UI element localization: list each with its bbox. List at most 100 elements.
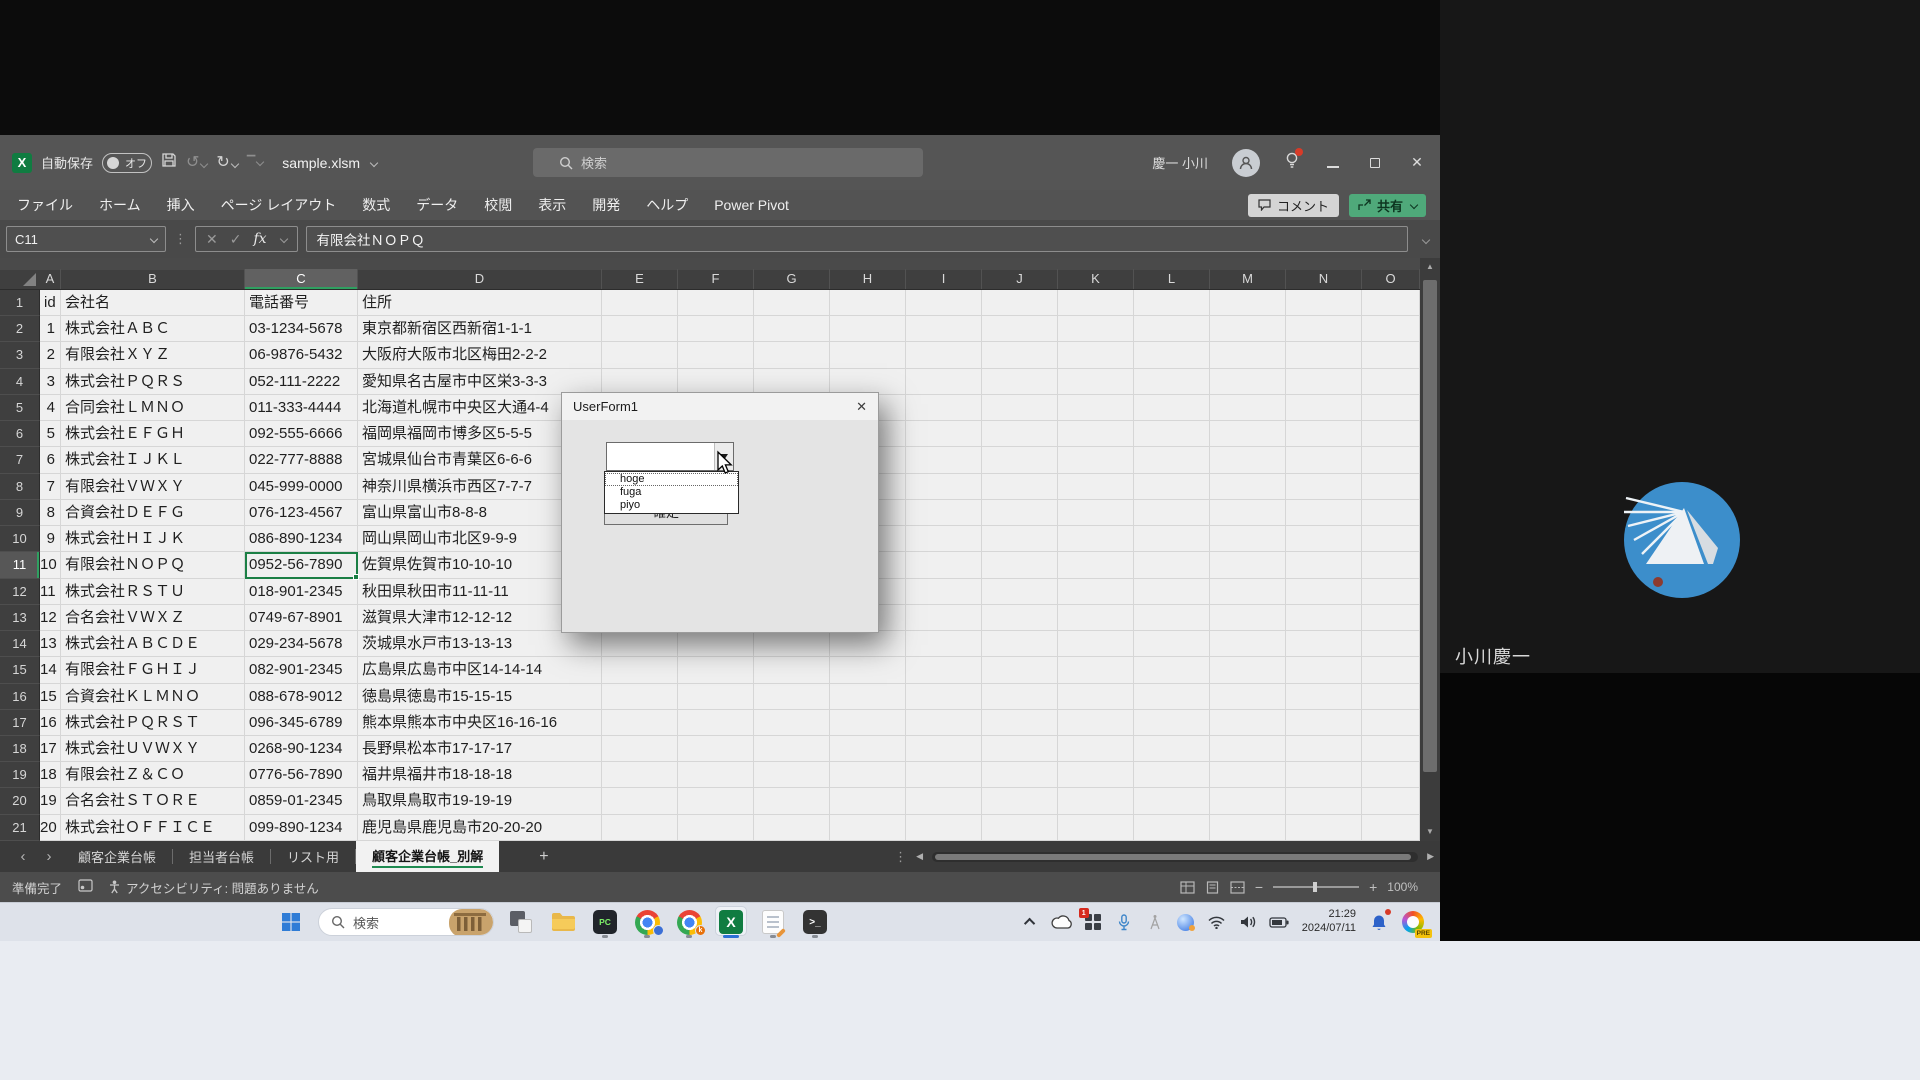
column-header-C[interactable]: C (245, 269, 358, 289)
row-header-7[interactable]: 7 (0, 447, 40, 473)
cell-F20[interactable] (678, 788, 754, 814)
cell-F17[interactable] (678, 710, 754, 736)
cell-J16[interactable] (982, 684, 1058, 710)
userform-close-icon[interactable]: ✕ (856, 399, 867, 415)
formula-input[interactable]: 有限会社ＮＯＰＱ (306, 226, 1408, 252)
cell-A1[interactable]: id (40, 290, 61, 316)
cell-C4[interactable]: 052-111-2222 (245, 369, 358, 395)
column-header-O[interactable]: O (1362, 269, 1420, 289)
cell-H20[interactable] (830, 788, 906, 814)
ribbon-tab-11[interactable]: Power Pivot (701, 190, 802, 220)
cell-L6[interactable] (1134, 421, 1210, 447)
cell-L19[interactable] (1134, 762, 1210, 788)
ribbon-tab-9[interactable]: 開発 (579, 190, 633, 220)
cell-H14[interactable] (830, 631, 906, 657)
cell-O14[interactable] (1362, 631, 1420, 657)
cell-D15[interactable]: 広島県広島市中区14-14-14 (358, 657, 602, 683)
cell-M10[interactable] (1210, 526, 1286, 552)
cell-M3[interactable] (1210, 342, 1286, 368)
cell-N20[interactable] (1286, 788, 1362, 814)
battery-icon[interactable] (1267, 908, 1291, 936)
onedrive-cloud-icon[interactable] (1050, 908, 1074, 936)
cell-J21[interactable] (982, 815, 1058, 841)
ribbon-tab-10[interactable]: ヘルプ (633, 190, 701, 220)
cell-N8[interactable] (1286, 474, 1362, 500)
cell-M16[interactable] (1210, 684, 1286, 710)
ribbon-tab-1[interactable]: ファイル (4, 190, 86, 220)
cell-O15[interactable] (1362, 657, 1420, 683)
row-header-13[interactable]: 13 (0, 605, 40, 631)
cell-L17[interactable] (1134, 710, 1210, 736)
cell-H2[interactable] (830, 316, 906, 342)
dropdown-item-fuga[interactable]: fuga (605, 486, 738, 499)
vertical-scroll-thumb[interactable] (1423, 280, 1437, 772)
select-all-corner[interactable] (0, 269, 40, 289)
teams-icon[interactable]: 1 (1081, 908, 1105, 936)
cell-G3[interactable] (754, 342, 830, 368)
copilot-icon[interactable]: PRE (1398, 908, 1428, 936)
share-button[interactable]: 共有 (1349, 194, 1426, 217)
cell-L9[interactable] (1134, 500, 1210, 526)
cell-L5[interactable] (1134, 395, 1210, 421)
close-button[interactable]: ✕ (1408, 154, 1426, 171)
tab-overflow-icon[interactable]: ⋮ (894, 849, 907, 865)
cell-J2[interactable] (982, 316, 1058, 342)
cell-A3[interactable]: 2 (40, 342, 61, 368)
minimize-button[interactable] (1324, 155, 1342, 171)
cell-J11[interactable] (982, 552, 1058, 578)
cell-I21[interactable] (906, 815, 982, 841)
normal-view-icon[interactable] (1180, 881, 1195, 894)
userform-titlebar[interactable]: UserForm1 ✕ (562, 393, 878, 420)
notification-bell-icon[interactable] (1367, 908, 1391, 936)
cell-A9[interactable]: 8 (40, 500, 61, 526)
cell-E3[interactable] (602, 342, 678, 368)
column-header-D[interactable]: D (358, 269, 602, 289)
cancel-entry-icon[interactable]: ✕ (206, 231, 218, 248)
column-header-H[interactable]: H (830, 269, 906, 289)
cell-K9[interactable] (1058, 500, 1134, 526)
volume-icon[interactable] (1236, 908, 1260, 936)
cell-B17[interactable]: 株式会社ＰＱＲＳＴ (61, 710, 245, 736)
cell-H19[interactable] (830, 762, 906, 788)
cell-A12[interactable]: 11 (40, 579, 61, 605)
hscroll-left-arrow-icon[interactable]: ◀ (916, 851, 923, 862)
cell-B8[interactable]: 有限会社ＶＷＸＹ (61, 474, 245, 500)
cell-N6[interactable] (1286, 421, 1362, 447)
file-explorer-icon[interactable] (545, 905, 581, 939)
cell-J15[interactable] (982, 657, 1058, 683)
cell-J9[interactable] (982, 500, 1058, 526)
cell-B12[interactable]: 株式会社ＲＳＴＵ (61, 579, 245, 605)
pycharm-icon[interactable]: PC (587, 905, 623, 939)
cell-C13[interactable]: 0749-67-8901 (245, 605, 358, 631)
column-header-J[interactable]: J (982, 269, 1058, 289)
cell-A14[interactable]: 13 (40, 631, 61, 657)
row-header-2[interactable]: 2 (0, 316, 40, 342)
tell-me-lightbulb-icon[interactable] (1284, 151, 1300, 174)
page-layout-view-icon[interactable] (1205, 881, 1220, 894)
cell-I11[interactable] (906, 552, 982, 578)
cell-O12[interactable] (1362, 579, 1420, 605)
taskbar-search[interactable]: 検索 (318, 908, 494, 936)
row-header-3[interactable]: 3 (0, 342, 40, 368)
column-header-A[interactable]: A (40, 269, 61, 289)
cell-A20[interactable]: 19 (40, 788, 61, 814)
cell-N9[interactable] (1286, 500, 1362, 526)
blue-sphere-icon[interactable] (1174, 908, 1198, 936)
start-button[interactable] (273, 905, 309, 939)
row-header-21[interactable]: 21 (0, 815, 40, 841)
cell-C6[interactable]: 092-555-6666 (245, 421, 358, 447)
confirm-entry-icon[interactable]: ✓ (230, 231, 242, 248)
cell-G21[interactable] (754, 815, 830, 841)
notepad-icon[interactable] (755, 905, 791, 939)
chrome-profile1-icon[interactable] (629, 905, 665, 939)
cell-H18[interactable] (830, 736, 906, 762)
cell-L2[interactable] (1134, 316, 1210, 342)
cell-K7[interactable] (1058, 447, 1134, 473)
cell-C7[interactable]: 022-777-8888 (245, 447, 358, 473)
new-sheet-button[interactable]: + (539, 848, 548, 866)
cell-C1[interactable]: 電話番号 (245, 290, 358, 316)
cell-J1[interactable] (982, 290, 1058, 316)
insert-function-icon[interactable]: fx (253, 231, 266, 247)
cell-A11[interactable]: 10 (40, 552, 61, 578)
cell-C10[interactable]: 086-890-1234 (245, 526, 358, 552)
